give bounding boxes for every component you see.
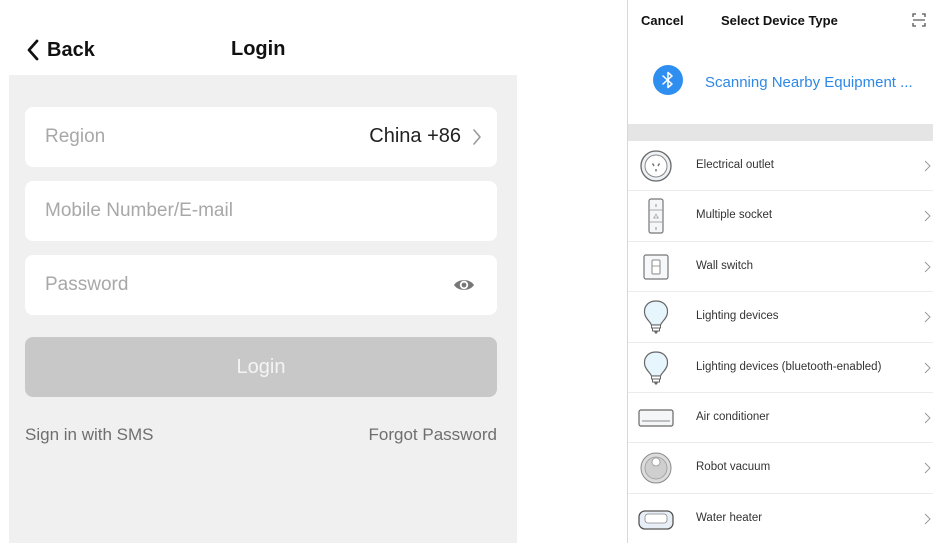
device-type-item[interactable]: ıı ⁂ ıı Multiple socket	[628, 191, 933, 242]
device-type-label: Lighting devices (bluetooth-enabled)	[696, 360, 882, 373]
login-button[interactable]: Login	[25, 337, 497, 397]
chevron-right-icon	[924, 261, 931, 273]
page-title: Select Device Type	[721, 13, 838, 28]
device-type-item[interactable]: Water heater	[628, 494, 933, 543]
device-nav-bar: Cancel Select Device Type	[628, 0, 933, 42]
page-title: Login	[231, 38, 286, 60]
device-type-item[interactable]: Wall switch	[628, 242, 933, 293]
device-type-label: Lighting devices	[696, 310, 779, 323]
chevron-right-icon	[924, 462, 931, 474]
account-field-container	[25, 181, 497, 241]
password-field-container	[25, 255, 497, 315]
mobile-email-input[interactable]	[45, 198, 435, 224]
chevron-right-icon	[924, 311, 931, 323]
chevron-right-icon	[924, 513, 931, 525]
svg-text:ıı: ıı	[655, 203, 658, 209]
svg-text:ıı: ıı	[655, 226, 658, 232]
region-value: China +86	[369, 125, 461, 147]
login-screen: Back Login Region China +86 Logi	[9, 0, 517, 543]
wall-switch-icon	[643, 254, 669, 280]
svg-text:⁂: ⁂	[653, 214, 659, 221]
chevron-right-icon	[924, 211, 931, 222]
device-type-label: Multiple socket	[696, 209, 773, 222]
device-type-item[interactable]: Lighting devices	[628, 292, 933, 343]
scanning-text: Scanning Nearby Equipment ...	[705, 74, 913, 91]
sign-in-sms-link[interactable]: Sign in with SMS	[25, 425, 154, 445]
water-heater-icon	[638, 510, 674, 530]
chevron-right-icon	[924, 362, 931, 373]
device-type-item[interactable]: Air conditioner	[628, 393, 933, 444]
cancel-button[interactable]: Cancel	[641, 13, 684, 28]
eye-icon[interactable]	[453, 277, 475, 293]
back-label: Back	[47, 38, 95, 61]
device-type-list: Electrical outlet ıı ⁂ ıı Multiple socke…	[628, 141, 933, 543]
chevron-right-icon	[473, 128, 481, 145]
chevron-left-icon	[27, 39, 39, 61]
air-conditioner-icon	[638, 409, 674, 427]
power-strip-icon: ıı ⁂ ıı	[648, 198, 664, 234]
robot-vacuum-icon	[640, 452, 672, 484]
device-type-label: Water heater	[696, 511, 763, 524]
screenshot-canvas: Back Login Region China +86 Logi	[0, 0, 933, 543]
section-divider	[628, 124, 933, 141]
chevron-right-icon	[924, 412, 931, 424]
qr-scan-icon[interactable]	[912, 13, 926, 27]
chevron-right-icon	[924, 160, 931, 172]
light-bulb-icon	[643, 300, 669, 334]
outlet-icon	[640, 150, 672, 182]
device-type-label: Robot vacuum	[696, 461, 771, 474]
device-type-item[interactable]: Electrical outlet	[628, 141, 933, 192]
region-value-group: China +86	[369, 125, 483, 148]
light-bulb-icon	[643, 350, 669, 385]
bluetooth-icon	[653, 65, 683, 95]
device-select-screen: Cancel Select Device Type Scanning Nearb…	[627, 0, 933, 543]
device-type-item[interactable]: Robot vacuum	[628, 443, 933, 494]
login-nav-bar: Back Login	[9, 0, 517, 75]
device-type-label: Electrical outlet	[696, 159, 774, 171]
password-input[interactable]	[45, 272, 405, 298]
device-type-label: Air conditioner	[696, 410, 770, 423]
device-type-item[interactable]: Lighting devices (bluetooth-enabled)	[628, 343, 933, 393]
device-type-label: Wall switch	[696, 259, 754, 272]
forgot-password-link[interactable]: Forgot Password	[369, 425, 498, 445]
region-selector[interactable]: Region China +86	[25, 107, 497, 167]
region-label: Region	[45, 126, 106, 147]
scanning-banner: Scanning Nearby Equipment ...	[628, 42, 933, 124]
back-button[interactable]: Back	[24, 36, 95, 64]
